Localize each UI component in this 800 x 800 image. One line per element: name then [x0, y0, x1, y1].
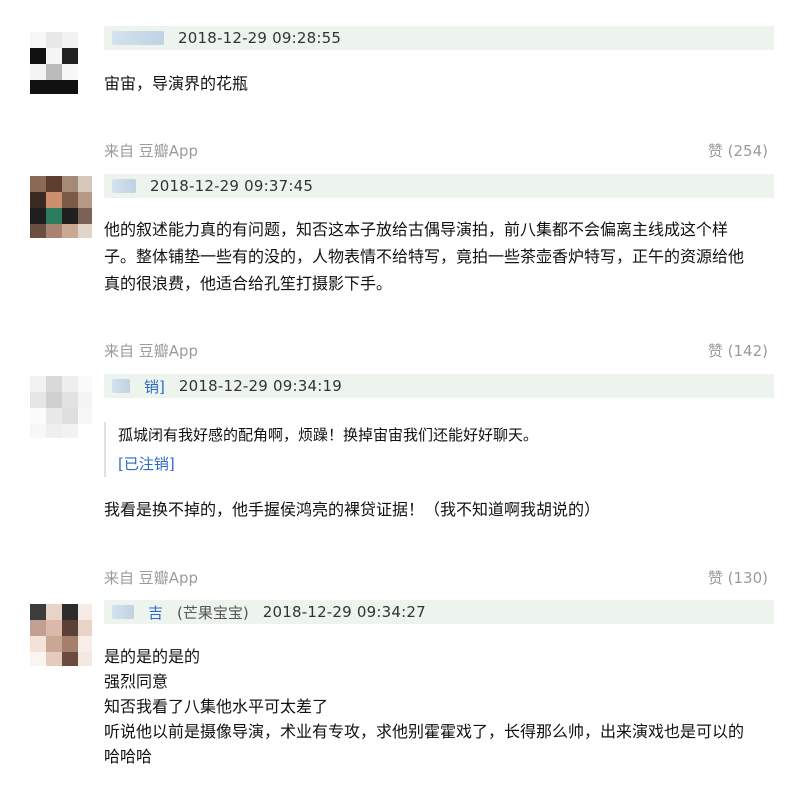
comment-body-line: 听说他以前是摄像导演，术业有专攻，求他别霍霍戏了，长得那么帅，出来演戏也是可以的: [104, 722, 745, 741]
comment-body: 我看是换不掉的，他手握侯鸿亮的裸贷证据！（我不知道啊我胡说的）: [104, 496, 772, 523]
avatar[interactable]: [30, 176, 92, 238]
comment-body-line: 知否我看了八集他水平可太差了: [104, 697, 329, 716]
comment-meta-bar: 吉 (芒果宝宝) 2018-12-29 09:34:27: [104, 600, 774, 624]
comment-timestamp: 2018-12-29 09:37:45: [150, 177, 314, 195]
like-button[interactable]: 赞 (254): [708, 140, 768, 161]
comment-body-line: 我看是换不掉的，他手握侯鸿亮的裸贷证据！（我不知道啊我胡说的）: [104, 500, 601, 519]
comment-body-line: 子。整体铺垫一些有的没的，人物表情不给特写，竟拍一些茶壶香炉特写，正午的资源给他: [104, 247, 745, 266]
comment-meta-bar: 2018-12-29 09:28:55: [104, 26, 774, 50]
comment-footer: 来自 豆瓣App 赞 (254): [104, 140, 768, 162]
comment-footer: 来自 豆瓣App 赞 (130): [104, 567, 768, 589]
comment-footer: 来自 豆瓣App 赞 (142): [104, 340, 768, 362]
comment-body: 是的是的是的 强烈同意 知否我看了八集他水平可太差了 听说他以前是摄像导演，术业…: [104, 644, 772, 769]
like-button[interactable]: 赞 (130): [708, 567, 768, 588]
username-blurred[interactable]: [112, 179, 136, 193]
comment-body: 宙宙，导演界的花瓶: [104, 70, 772, 97]
comment-body-line: 是的是的是的: [104, 647, 201, 666]
comment-source: 来自 豆瓣App: [104, 342, 199, 360]
comment-body-line: 哈哈哈: [104, 747, 153, 766]
username-blurred[interactable]: [112, 31, 164, 45]
like-button[interactable]: 赞 (142): [708, 340, 768, 361]
quoted-comment: 孤城闭有我好感的配角啊，烦躁！换掉宙宙我们还能好好聊天。 [已注销]: [104, 422, 764, 477]
avatar[interactable]: [30, 376, 92, 438]
comment-meta-bar: 2018-12-29 09:37:45: [104, 174, 774, 198]
comment-body-line: 宙宙，导演界的花瓶: [104, 74, 249, 93]
comment-body-line: 他的叙述能力真的有问题，知否这本子放给古偶导演拍，前八集都不会偏离主线成这个样: [104, 220, 729, 239]
comment-username[interactable]: 吉: [148, 602, 163, 623]
comment-list: 2018-12-29 09:28:55 宙宙，导演界的花瓶 来自 豆瓣App 赞…: [0, 0, 800, 800]
quoted-comment-text: 孤城闭有我好感的配角啊，烦躁！换掉宙宙我们还能好好聊天。: [118, 426, 539, 444]
comment-source: 来自 豆瓣App: [104, 142, 199, 160]
comment-username[interactable]: 销]: [144, 376, 165, 397]
comment-timestamp: 2018-12-29 09:34:19: [178, 377, 342, 395]
comment-timestamp: 2018-12-29 09:28:55: [178, 29, 342, 47]
comment-timestamp: 2018-12-29 09:34:27: [262, 603, 426, 621]
comment-meta-bar: 销] 2018-12-29 09:34:19: [104, 374, 774, 398]
comment-source: 来自 豆瓣App: [104, 569, 199, 587]
username-blurred[interactable]: [112, 379, 130, 393]
comment-body: 他的叙述能力真的有问题，知否这本子放给古偶导演拍，前八集都不会偏离主线成这个样 …: [104, 216, 772, 297]
avatar[interactable]: [30, 32, 92, 94]
comment-body-line: 真的很浪费，他适合给孔笙打摄影下手。: [104, 274, 393, 293]
username-blurred[interactable]: [112, 605, 134, 619]
comment-body-line: 强烈同意: [104, 672, 169, 691]
quoted-user-cancelled-link[interactable]: [已注销]: [118, 451, 764, 477]
avatar[interactable]: [30, 604, 92, 666]
comment-user-tag: (芒果宝宝): [177, 603, 249, 622]
